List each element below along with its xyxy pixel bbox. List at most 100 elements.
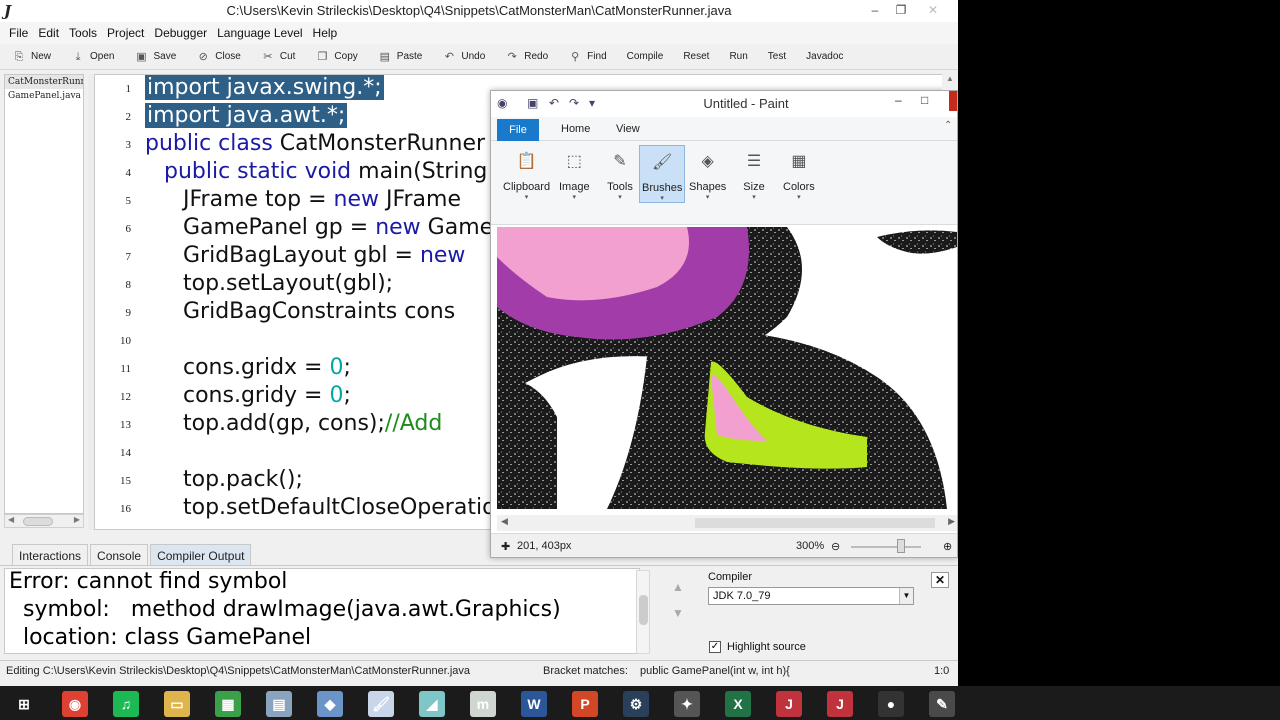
previous-error-icon[interactable]: ▲ bbox=[660, 580, 696, 606]
paint-file-tab[interactable]: File bbox=[497, 119, 539, 141]
next-error-icon[interactable]: ▼ bbox=[660, 606, 696, 632]
tab-console[interactable]: Console bbox=[90, 544, 149, 565]
taskbar-item[interactable]: 🖌 bbox=[357, 688, 405, 720]
ribbon-size-button[interactable]: ☰ Size ▾ bbox=[737, 145, 771, 201]
toolbar-button-label: Save bbox=[153, 51, 177, 62]
scroll-right-icon[interactable]: ▶ bbox=[948, 516, 955, 527]
scroll-left-icon[interactable]: ◀ bbox=[501, 516, 508, 527]
file-list-scrollbar[interactable]: ◀ ▶ bbox=[4, 514, 84, 528]
menu-language-level[interactable]: Language Level bbox=[212, 22, 307, 44]
ribbon-brushes-button[interactable]: 🖌 Brushes ▾ bbox=[639, 145, 686, 203]
taskbar-item[interactable]: W bbox=[510, 688, 558, 720]
scroll-thumb[interactable] bbox=[639, 595, 648, 625]
taskbar-item[interactable]: J bbox=[816, 688, 864, 720]
menu-tools[interactable]: Tools bbox=[64, 22, 102, 44]
taskbar-item[interactable]: ⊞ bbox=[0, 688, 48, 720]
close-panel-icon[interactable]: ✕ bbox=[931, 572, 949, 588]
toolbar-save-button[interactable]: ▣ Save bbox=[134, 50, 176, 64]
taskbar-item[interactable]: ● bbox=[867, 688, 915, 720]
taskbar-item[interactable]: ⚙ bbox=[612, 688, 660, 720]
toolbar-redo-button[interactable]: ↷ Redo bbox=[505, 50, 549, 64]
collapse-ribbon-icon[interactable]: ⌃ bbox=[944, 120, 952, 131]
toolbar-find-button[interactable]: ⚲ Find bbox=[568, 50, 606, 64]
taskbar-item[interactable]: ◆ bbox=[306, 688, 354, 720]
toolbar-undo-button[interactable]: ↶ Undo bbox=[442, 50, 486, 64]
line-number: 16 bbox=[120, 503, 131, 515]
menu-debugger[interactable]: Debugger bbox=[149, 22, 212, 44]
compiler-select[interactable]: JDK 7.0_79 ▼ bbox=[708, 587, 914, 605]
taskbar-item[interactable]: ◉ bbox=[51, 688, 99, 720]
taskbar-item[interactable]: X bbox=[714, 688, 762, 720]
taskbar-item[interactable]: J bbox=[765, 688, 813, 720]
toolbar-run-button[interactable]: Run bbox=[729, 51, 747, 62]
save-icon: ▣ bbox=[136, 50, 147, 63]
restore-icon[interactable]: ❐ bbox=[886, 0, 916, 22]
toolbar-close-button[interactable]: ⊘ Close bbox=[196, 50, 241, 64]
scroll-thumb[interactable] bbox=[695, 518, 935, 528]
taskbar-item[interactable]: ◢ bbox=[408, 688, 456, 720]
toolbar-reset-button[interactable]: Reset bbox=[683, 51, 709, 62]
identifier: top.setDefaultCloseOperation bbox=[183, 495, 510, 520]
tab-interactions[interactable]: Interactions bbox=[12, 544, 89, 565]
menu-edit[interactable]: Edit bbox=[33, 22, 64, 44]
toolbar-new-button[interactable]: ⎘ New bbox=[12, 50, 51, 64]
ribbon-tools-button[interactable]: ✎ Tools ▾ bbox=[603, 145, 637, 201]
taskbar-item[interactable]: m bbox=[459, 688, 507, 720]
zoom-in-icon[interactable]: ⊕ bbox=[943, 540, 952, 553]
paint-home-tab[interactable]: Home bbox=[561, 123, 590, 135]
toolbar-test-button[interactable]: Test bbox=[768, 51, 786, 62]
highlight-source-checkbox[interactable]: ✓ bbox=[709, 641, 721, 653]
paint-canvas[interactable] bbox=[497, 227, 957, 509]
number-literal: 0 bbox=[329, 355, 344, 380]
paint-horizontal-scrollbar[interactable]: ◀ ▶ bbox=[497, 515, 957, 531]
toolbar-compile-button[interactable]: Compile bbox=[627, 51, 664, 62]
menu-project[interactable]: Project bbox=[102, 22, 149, 44]
ribbon-shapes-button[interactable]: ◈ Shapes ▾ bbox=[687, 145, 728, 201]
output-scrollbar[interactable] bbox=[636, 570, 650, 654]
menu-file[interactable]: File bbox=[4, 22, 33, 44]
paint-view-tab[interactable]: View bbox=[616, 123, 640, 135]
toolbar-copy-button[interactable]: ❐ Copy bbox=[315, 50, 357, 64]
close-icon[interactable]: ✕ bbox=[918, 0, 948, 22]
menu-help[interactable]: Help bbox=[308, 22, 343, 44]
toolbar-cut-button[interactable]: ✂ Cut bbox=[261, 50, 295, 64]
ribbon-colors-button[interactable]: ▦ Colors ▾ bbox=[781, 145, 817, 201]
taskbar-item[interactable]: ▤ bbox=[255, 688, 303, 720]
taskbar-item[interactable]: ▦ bbox=[204, 688, 252, 720]
toolbar-javadoc-button[interactable]: Javadoc bbox=[806, 51, 843, 62]
taskbar-item[interactable]: ▭ bbox=[153, 688, 201, 720]
ribbon-image-button[interactable]: ⬚ Image ▾ bbox=[557, 145, 592, 201]
toolbar-open-button[interactable]: ⤓ Open bbox=[71, 50, 115, 64]
copy-icon: ❐ bbox=[317, 50, 328, 63]
keyword: new bbox=[333, 187, 386, 212]
file-item[interactable]: CatMonsterRunner.java bbox=[5, 75, 83, 89]
chevron-down-icon: ▾ bbox=[618, 194, 622, 201]
scroll-thumb[interactable] bbox=[23, 517, 53, 526]
file-item[interactable]: GamePanel.java bbox=[5, 89, 83, 103]
window-title: C:\Users\Kevin Strileckis\Desktop\Q4\Sni… bbox=[226, 3, 732, 18]
scroll-right-icon[interactable]: ▶ bbox=[74, 515, 80, 524]
undo-icon: ↶ bbox=[444, 50, 454, 63]
zoom-out-icon[interactable]: ⊖ bbox=[831, 540, 840, 553]
zoom-slider[interactable] bbox=[851, 546, 921, 548]
box-app-icon: ◆ bbox=[317, 691, 343, 717]
code-line-13: top.add(gp, cons);//Add bbox=[183, 411, 442, 436]
keyword: new bbox=[375, 215, 428, 240]
ribbon-clipboard-button[interactable]: 📋 Clipboard ▾ bbox=[501, 145, 552, 201]
scroll-up-icon[interactable]: ▲ bbox=[942, 74, 958, 90]
tab-compiler-output[interactable]: Compiler Output bbox=[150, 544, 252, 565]
ribbon-label: Clipboard bbox=[503, 181, 551, 193]
taskbar-item[interactable]: P bbox=[561, 688, 609, 720]
zoom-slider-knob[interactable] bbox=[897, 539, 905, 553]
chevron-down-icon[interactable]: ▼ bbox=[899, 588, 913, 604]
taskbar-item[interactable]: ✦ bbox=[663, 688, 711, 720]
taskbar-item[interactable]: ♫ bbox=[102, 688, 150, 720]
paint-icon: 🖌 bbox=[368, 691, 394, 717]
paint-maximize-icon[interactable]: □ bbox=[921, 93, 928, 107]
paint-close-icon[interactable] bbox=[949, 91, 957, 111]
scroll-left-icon[interactable]: ◀ bbox=[8, 515, 14, 524]
paint-minimize-icon[interactable]: – bbox=[895, 93, 902, 107]
toolbar-paste-button[interactable]: ▤ Paste bbox=[378, 50, 423, 64]
taskbar-item[interactable]: ✎ bbox=[918, 688, 966, 720]
compiler-output-pane[interactable]: Error: cannot find symbol symbol: method… bbox=[4, 568, 640, 654]
